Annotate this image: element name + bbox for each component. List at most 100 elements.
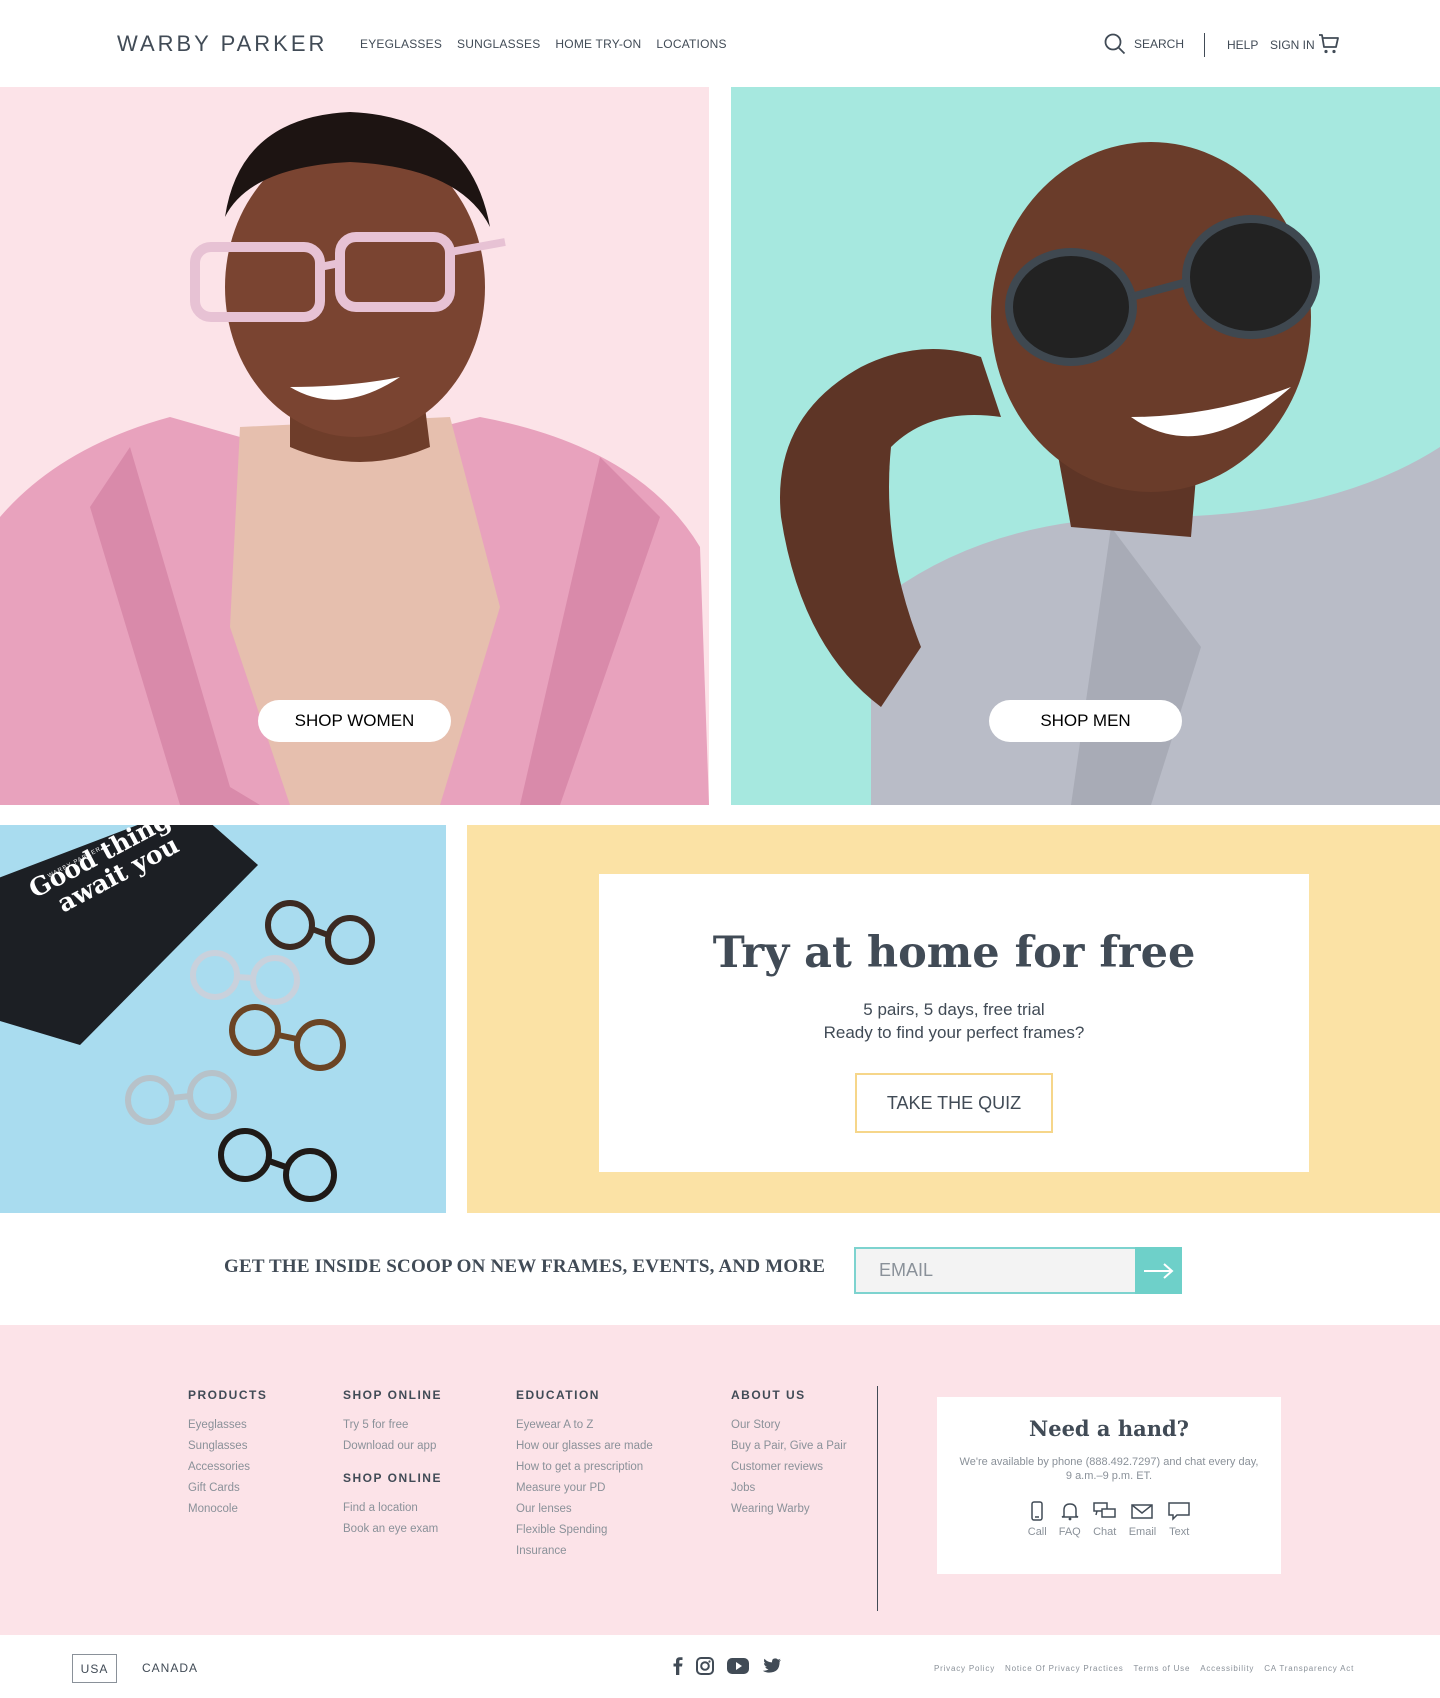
faq-label: FAQ — [1058, 1526, 1081, 1538]
help-contact-options: Call FAQ Chat Email Text — [937, 1501, 1281, 1538]
cart-button[interactable] — [1318, 33, 1340, 60]
help-card: Need a hand? We're available by phone (8… — [937, 1397, 1281, 1574]
footer-link-our-lenses[interactable]: Our lenses — [516, 1503, 653, 1515]
try-at-home-subtitle: 5 pairs, 5 days, free trial Ready to fin… — [599, 998, 1309, 1044]
phone-icon — [1031, 1501, 1043, 1521]
footer-link-jobs[interactable]: Jobs — [731, 1482, 847, 1494]
footer-heading-education: EDUCATION — [516, 1388, 600, 1402]
try-at-home-title: Try at home for free — [712, 928, 1196, 978]
search-label: SEARCH — [1134, 37, 1185, 51]
hero-men-photo — [731, 87, 1440, 805]
newsletter-text: GET THE INSIDE SCOOP ON NEW FRAMES, EVEN… — [224, 1256, 826, 1277]
footer-heading-shop-online: SHOP ONLINE — [343, 1388, 442, 1402]
page: WARBY PARKER EYEGLASSES SUNGLASSES HOME … — [0, 0, 1440, 1698]
footer-link-prescription[interactable]: How to get a prescription — [516, 1461, 653, 1473]
text-bubble-icon — [1168, 1502, 1190, 1521]
shop-men-button[interactable]: SHOP MEN — [989, 700, 1182, 742]
privacy-practices-link[interactable]: Notice Of Privacy Practices — [1005, 1664, 1124, 1673]
hero-women-photo — [0, 87, 709, 805]
country-canada-button[interactable]: CANADA — [142, 1661, 198, 1675]
site-header: WARBY PARKER EYEGLASSES SUNGLASSES HOME … — [0, 0, 1440, 87]
footer-link-insurance[interactable]: Insurance — [516, 1545, 653, 1557]
footer-link-monocole[interactable]: Monocole — [188, 1503, 267, 1515]
call-label: Call — [1027, 1526, 1047, 1538]
footer-heading-products: PRODUCTS — [188, 1388, 268, 1402]
try-at-home-card: Try at home for free 5 pairs, 5 days, fr… — [599, 874, 1309, 1172]
mail-icon — [1131, 1504, 1154, 1519]
footer-link-wearing-warby[interactable]: Wearing Warby — [731, 1503, 847, 1515]
bell-icon — [1061, 1503, 1079, 1521]
home-try-on-image: WARBY PARKER Good things await you — [0, 825, 446, 1213]
help-link[interactable]: HELP — [1227, 38, 1258, 52]
legal-links: Privacy Policy Notice Of Privacy Practic… — [934, 1664, 1354, 1673]
footer-link-eyeglasses[interactable]: Eyeglasses — [188, 1419, 267, 1431]
footer-link-download-app[interactable]: Download our app — [343, 1440, 442, 1452]
instagram-icon[interactable] — [696, 1657, 714, 1675]
youtube-icon[interactable] — [726, 1657, 750, 1675]
footer-col-shop-online: SHOP ONLINE Try 5 for free Download our … — [343, 1388, 442, 1544]
call-option[interactable]: Call — [1028, 1501, 1047, 1538]
nav-sunglasses[interactable]: SUNGLASSES — [457, 37, 540, 51]
logo[interactable]: WARBY PARKER — [117, 31, 327, 57]
cart-icon — [1319, 34, 1339, 54]
footer-link-measure-pd[interactable]: Measure your PD — [516, 1482, 653, 1494]
hero-women[interactable]: SHOP WOMEN — [0, 87, 709, 805]
nav-eyeglasses[interactable]: EYEGLASSES — [360, 37, 442, 51]
help-title: Need a hand? — [1029, 1416, 1189, 1441]
footer-link-buy-a-pair[interactable]: Buy a Pair, Give a Pair — [731, 1440, 847, 1452]
nav-home-try-on[interactable]: HOME TRY-ON — [555, 37, 641, 51]
header-divider — [1204, 33, 1205, 57]
privacy-policy-link[interactable]: Privacy Policy — [934, 1664, 995, 1673]
text-option[interactable]: Text — [1168, 1501, 1190, 1538]
footer-link-try-5[interactable]: Try 5 for free — [343, 1419, 442, 1431]
chat-icon — [1092, 1502, 1116, 1518]
footer-link-reviews[interactable]: Customer reviews — [731, 1461, 847, 1473]
footer-link-find-location[interactable]: Find a location — [343, 1502, 442, 1514]
country-usa-button[interactable]: USA — [72, 1654, 117, 1683]
chat-option[interactable]: Chat — [1092, 1501, 1117, 1538]
chat-label: Chat — [1093, 1526, 1117, 1538]
faq-option[interactable]: FAQ — [1059, 1501, 1081, 1538]
footer-heading-shop-online-2: SHOP ONLINE — [343, 1471, 442, 1485]
twitter-icon[interactable] — [762, 1657, 782, 1675]
footer-link-sunglasses[interactable]: Sunglasses — [188, 1440, 267, 1452]
ca-transparency-link[interactable]: CA Transparency Act — [1264, 1664, 1354, 1673]
email-input[interactable]: EMAIL — [854, 1247, 1137, 1294]
footer-link-book-exam[interactable]: Book an eye exam — [343, 1523, 442, 1535]
footer-link-accessories[interactable]: Accessories — [188, 1461, 267, 1473]
search-icon — [1104, 33, 1126, 55]
footer-col-products: PRODUCTS Eyeglasses Sunglasses Accessori… — [188, 1388, 267, 1524]
footer-link-how-made[interactable]: How our glasses are made — [516, 1440, 653, 1452]
social-links — [672, 1657, 782, 1675]
take-quiz-button[interactable]: TAKE THE QUIZ — [855, 1073, 1053, 1133]
bottom-bar: USA CANADA Privacy Policy Notice Of Priv… — [0, 1635, 1440, 1698]
footer-link-flexible-spending[interactable]: Flexible Spending — [516, 1524, 653, 1536]
help-text: We're available by phone (888.492.7297) … — [959, 1456, 1259, 1482]
hero-men[interactable]: SHOP MEN — [731, 87, 1440, 805]
arrow-right-icon — [1143, 1262, 1174, 1279]
terms-link[interactable]: Terms of Use — [1134, 1664, 1191, 1673]
footer: PRODUCTS Eyeglasses Sunglasses Accessori… — [0, 1325, 1440, 1635]
try-at-home-line1: 5 pairs, 5 days, free trial — [863, 1000, 1045, 1019]
accessibility-link[interactable]: Accessibility — [1200, 1664, 1254, 1673]
email-label: Email — [1128, 1526, 1157, 1538]
email-option[interactable]: Email — [1128, 1501, 1157, 1538]
footer-heading-about: ABOUT US — [731, 1388, 806, 1402]
footer-divider — [877, 1386, 878, 1611]
footer-link-our-story[interactable]: Our Story — [731, 1419, 847, 1431]
try-at-home-panel: Try at home for free 5 pairs, 5 days, fr… — [467, 825, 1440, 1213]
footer-link-gift-cards[interactable]: Gift Cards — [188, 1482, 267, 1494]
footer-col-about: ABOUT US Our Story Buy a Pair, Give a Pa… — [731, 1388, 847, 1524]
newsletter-section: GET THE INSIDE SCOOP ON NEW FRAMES, EVEN… — [0, 1213, 1440, 1325]
try-at-home-line2: Ready to find your perfect frames? — [823, 1023, 1085, 1042]
email-submit-button[interactable] — [1135, 1247, 1182, 1294]
main-nav: EYEGLASSES SUNGLASSES HOME TRY-ON LOCATI… — [360, 37, 727, 51]
sign-in-link[interactable]: SIGN IN — [1270, 38, 1315, 52]
footer-link-eyewear-a-z[interactable]: Eyewear A to Z — [516, 1419, 653, 1431]
nav-locations[interactable]: LOCATIONS — [656, 37, 726, 51]
search-button[interactable]: SEARCH — [1104, 33, 1184, 55]
footer-col-education: EDUCATION Eyewear A to Z How our glasses… — [516, 1388, 653, 1566]
text-label: Text — [1169, 1526, 1190, 1538]
facebook-icon[interactable] — [672, 1657, 684, 1675]
shop-women-button[interactable]: SHOP WOMEN — [258, 700, 451, 742]
